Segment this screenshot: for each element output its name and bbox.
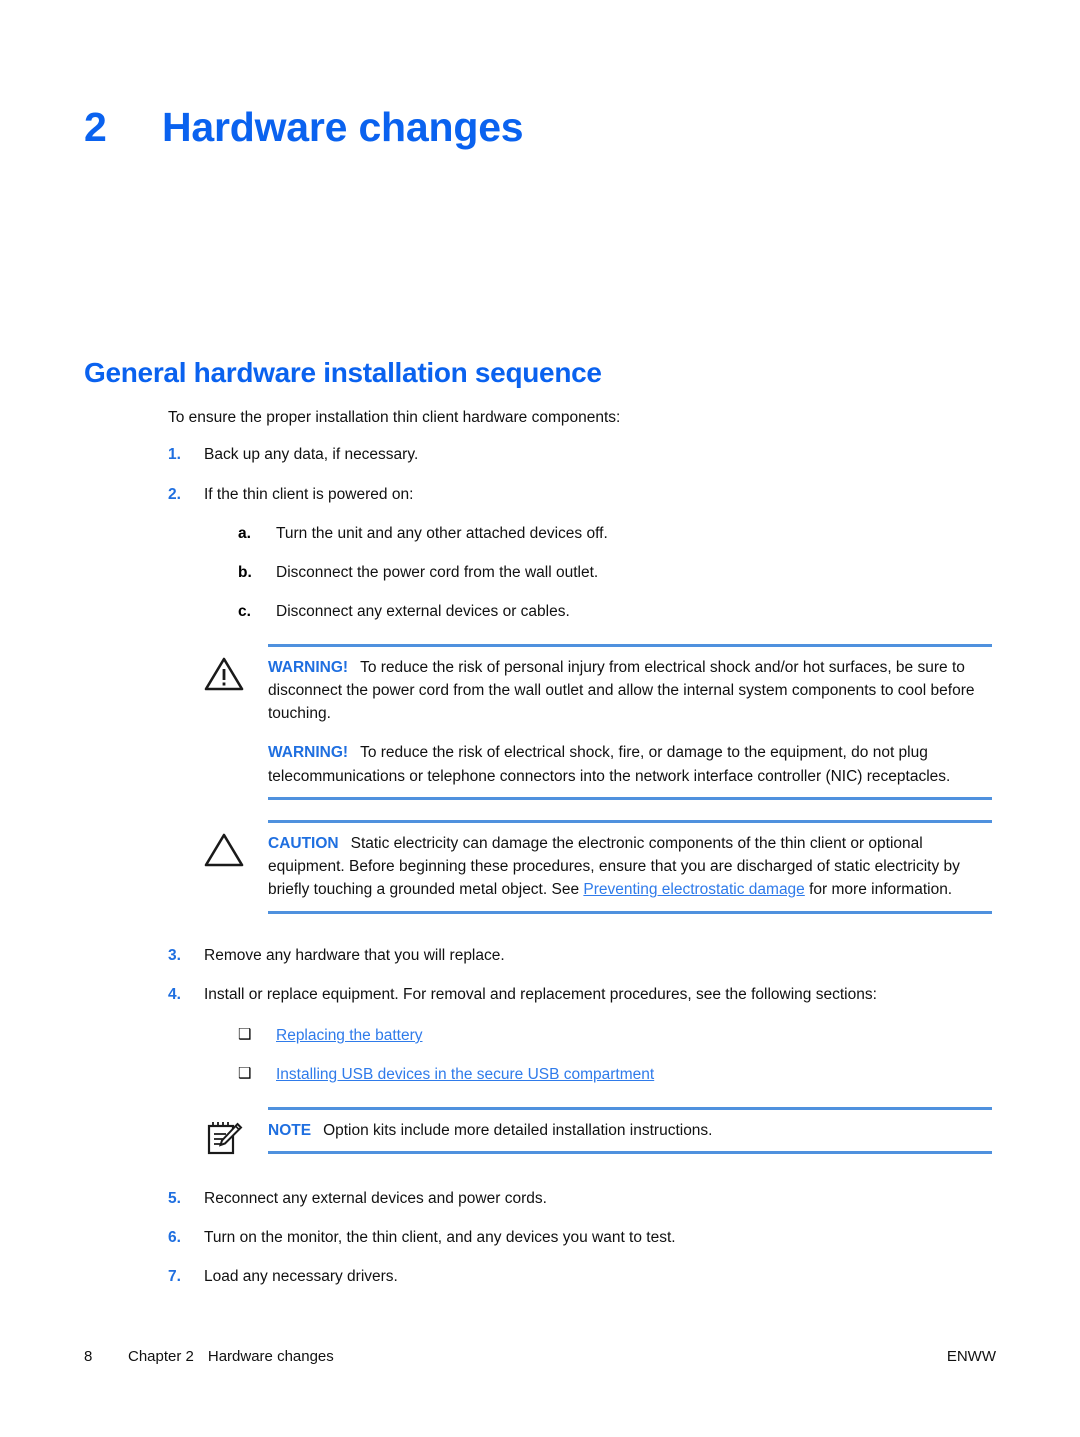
list-item: 3. Remove any hardware that you will rep… [168,944,992,967]
caution-text-box: CAUTION Static electricity can damage the… [268,819,992,914]
list-item: a. Turn the unit and any other attached … [238,522,992,545]
substep-text: Disconnect any external devices or cable… [276,603,570,621]
step-text: Load any necessary drivers. [204,1268,398,1285]
substep-marker: c. [238,603,251,621]
footer-chapter-label: Chapter 2 [128,1348,194,1365]
list-item: ❑ Installing USB devices in the secure U… [238,1063,992,1086]
list-item: 7. Load any necessary drivers. [168,1265,992,1288]
substep-marker: b. [238,564,252,581]
step-body: Install or replace equipment. For remova… [204,983,992,1177]
document-page: 2 Hardware changes General hardware inst… [0,0,1080,1437]
list-item: 4. Install or replace equipment. For rem… [168,983,992,1177]
page-footer: 8 Chapter 2 Hardware changes ENWW [84,1348,996,1365]
caution-triangle-icon [204,820,268,868]
substep-list: a. Turn the unit and any other attached … [204,522,992,624]
installation-steps-list: 1. Back up any data, if necessary. 2. If… [168,443,992,1288]
step-text: Install or replace equipment. For remova… [204,985,877,1003]
chapter-title: 2 Hardware changes [84,104,524,151]
caution-paragraph: CAUTION Static electricity can damage the… [268,832,992,902]
square-bullet-icon: ❑ [238,1026,252,1043]
note-text-box: NOTE Option kits include more detailed in… [268,1106,992,1154]
step-body: If the thin client is powered on: a. Tur… [204,483,992,934]
footer-left-group: 8 Chapter 2 Hardware changes [84,1348,334,1365]
step-text: Turn on the monitor, the thin client, an… [204,1228,676,1246]
warning-paragraph: WARNING! To reduce the risk of personal i… [268,656,992,726]
list-item: 1. Back up any data, if necessary. [168,443,992,466]
warning-label: WARNING! [268,744,349,762]
warning-text: To reduce the risk of electrical shock, … [268,744,951,785]
step-marker: 2. [168,485,181,503]
note-text: Option kits include more detailed instal… [323,1121,713,1139]
step-marker: 7. [168,1268,181,1285]
note-paragraph: NOTE Option kits include more detailed in… [268,1119,992,1142]
caution-text-after-link: for more information. [804,881,953,899]
warning-text-box: WARNING! To reduce the risk of personal i… [268,643,992,800]
step-marker: 3. [168,946,181,964]
warning-admonition: WARNING! To reduce the risk of personal i… [204,643,992,800]
list-item: ❑ Replacing the battery [238,1024,992,1047]
list-item: 6. Turn on the monitor, the thin client,… [168,1226,992,1249]
caution-admonition: CAUTION Static electricity can damage the… [204,819,992,914]
preventing-electrostatic-damage-link[interactable]: Preventing electrostatic damage [583,881,804,898]
section-heading: General hardware installation sequence [84,357,602,388]
note-admonition: NOTE Option kits include more detailed in… [204,1106,992,1157]
list-item: 2. If the thin client is powered on: a. … [168,483,992,934]
list-item: 5. Reconnect any external devices and po… [168,1187,992,1210]
section-links-list: ❑ Replacing the battery ❑ Installing USB… [204,1024,992,1087]
square-bullet-icon: ❑ [238,1065,252,1083]
warning-text: To reduce the risk of personal injury fr… [268,658,975,723]
substep-text: Disconnect the power cord from the wall … [276,564,599,581]
note-label: NOTE [268,1121,312,1139]
replacing-the-battery-link[interactable]: Replacing the battery [276,1024,992,1047]
warning-paragraph: WARNING! To reduce the risk of electrical… [268,741,992,788]
notepad-pencil-icon [204,1107,268,1157]
substep-marker: a. [238,524,251,542]
warning-triangle-icon [204,644,268,692]
installing-usb-devices-link[interactable]: Installing USB devices in the secure USB… [276,1063,992,1086]
chapter-number: 2 [84,104,107,150]
page-content: To ensure the proper installation thin c… [168,406,992,1304]
section-intro: To ensure the proper installation thin c… [168,409,621,426]
warning-label: WARNING! [268,658,349,676]
list-item: c. Disconnect any external devices or ca… [238,600,992,623]
step-text: Remove any hardware that you will replac… [204,946,505,964]
step-marker: 6. [168,1228,181,1246]
step-text: If the thin client is powered on: [204,485,414,503]
footer-page-number: 8 [84,1348,93,1365]
step-text: Back up any data, if necessary. [204,446,419,464]
substep-text: Turn the unit and any other attached dev… [276,524,608,542]
chapter-title-text: Hardware changes [162,104,524,150]
step-marker: 1. [168,446,181,464]
step-marker: 5. [168,1189,181,1207]
footer-chapter-title: Hardware changes [207,1348,334,1365]
step-marker: 4. [168,985,181,1003]
caution-label: CAUTION [268,834,339,852]
footer-locale: ENWW [946,1348,996,1365]
step-text: Reconnect any external devices and power… [204,1189,547,1207]
list-item: b. Disconnect the power cord from the wa… [238,561,992,584]
